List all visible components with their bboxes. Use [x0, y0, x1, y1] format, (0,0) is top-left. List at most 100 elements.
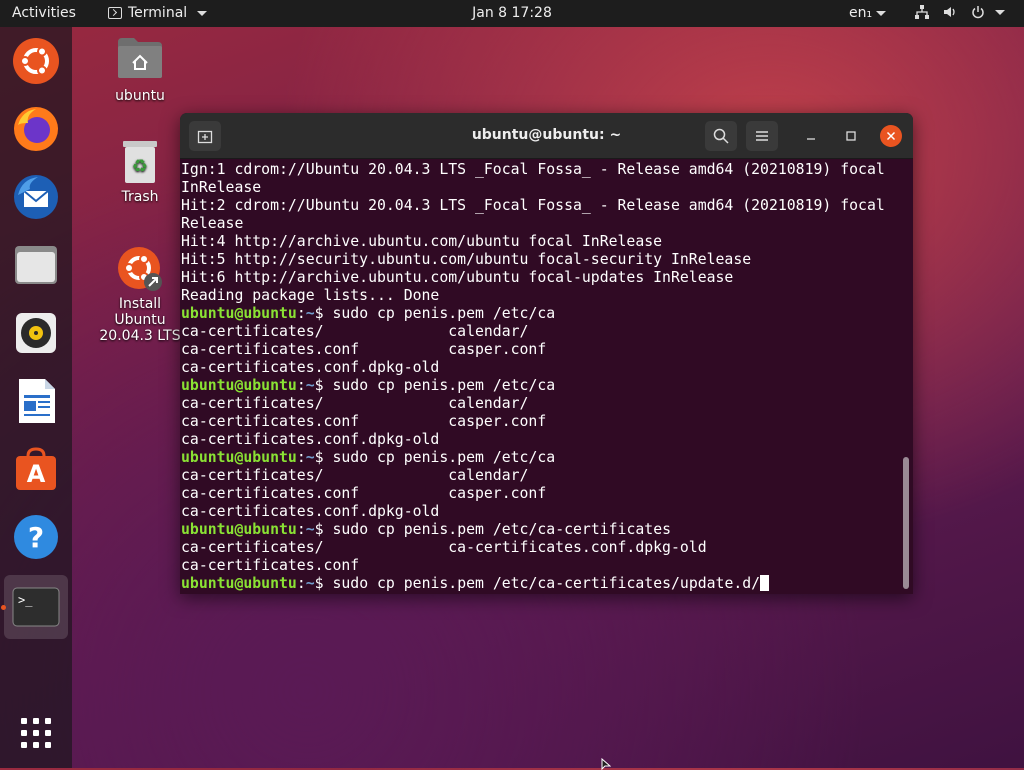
system-menu[interactable] — [915, 5, 1005, 19]
output-text: ca-certificates/ calendar/ — [181, 467, 529, 484]
close-button[interactable] — [880, 125, 902, 147]
output-text: ca-certificates.conf — [181, 557, 360, 574]
top-bar: Activities Terminal Jan 8 17:28 en₁ — [0, 0, 1024, 27]
command-text: sudo cp penis.pem /etc/ca-certificates — [332, 521, 672, 538]
terminal-output[interactable]: Ign:1 cdrom://Ubuntu 20.04.3 LTS _Focal … — [181, 161, 896, 594]
prompt-path: ~ — [305, 305, 315, 322]
dock-item-terminal[interactable]: >_ — [1, 575, 68, 639]
prompt-user: ubuntu@ubuntu — [181, 575, 297, 592]
prompt-user: ubuntu@ubuntu — [181, 449, 297, 466]
search-icon — [713, 128, 729, 144]
terminal-command-line: ubuntu@ubuntu:~$ sudo cp penis.pem /etc/… — [181, 521, 672, 538]
command-text: sudo cp penis.pem /etc/ca — [332, 377, 556, 394]
terminal-output-line: ca-certificates/ calendar/ — [181, 395, 896, 413]
svg-text:?: ? — [28, 521, 44, 554]
command-text: sudo cp penis.pem /etc/ca — [332, 305, 556, 322]
terminal-output-line: ca-certificates.conf.dpkg-old — [181, 359, 896, 377]
terminal-output-line: Hit:6 http://archive.ubuntu.com/ubuntu f… — [181, 269, 896, 287]
search-button[interactable] — [705, 121, 737, 151]
network-icon — [915, 5, 929, 19]
close-icon — [886, 131, 896, 141]
thunderbird-icon — [14, 175, 58, 219]
output-text: Release — [181, 215, 244, 232]
input-source-label: en₁ — [849, 5, 873, 21]
terminal-output-line: Hit:2 cdrom://Ubuntu 20.04.3 LTS _Focal … — [181, 197, 896, 215]
terminal-icon: >_ — [12, 587, 60, 627]
output-text: ca-certificates/ calendar/ — [181, 395, 529, 412]
installer-label-line1: Install Ubuntu — [114, 296, 166, 328]
output-text: ca-certificates/ ca-certificates.conf.dp… — [181, 539, 707, 556]
terminal-output-line: Reading package lists... Done — [181, 287, 896, 305]
ubuntu-installer-icon — [118, 247, 162, 291]
terminal-command-line: ubuntu@ubuntu:~$ sudo cp penis.pem /etc/… — [181, 449, 556, 466]
dock-item-ubuntu-software[interactable]: A — [11, 444, 61, 494]
volume-icon — [944, 7, 955, 17]
terminal-header-bar[interactable]: ubuntu@ubuntu: ~ — [180, 113, 913, 159]
dock-item-help[interactable]: ? — [11, 512, 61, 562]
svg-text:♻: ♻ — [132, 156, 148, 177]
output-text: Hit:4 http://archive.ubuntu.com/ubuntu f… — [181, 233, 663, 250]
prompt-user: ubuntu@ubuntu — [181, 305, 297, 322]
chevron-down-icon — [995, 9, 1005, 15]
terminal-output-line: ca-certificates.conf.dpkg-old — [181, 431, 896, 449]
terminal-command-line: ubuntu@ubuntu:~$ sudo cp penis.pem /etc/… — [181, 575, 896, 593]
desktop-install-ubuntu[interactable]: Install Ubuntu 20.04.3 LTS — [92, 246, 188, 344]
output-text: Reading package lists... Done — [181, 287, 440, 304]
input-source-menu[interactable]: en₁ — [849, 5, 887, 21]
home-folder-icon — [118, 38, 162, 78]
dock-item-thunderbird[interactable] — [11, 172, 61, 222]
terminal-window[interactable]: ubuntu@ubuntu: ~ Ign:1 cdrom://Ubuntu 20… — [180, 113, 913, 594]
home-folder-label: ubuntu — [115, 88, 165, 104]
minimize-button[interactable] — [800, 125, 822, 147]
prompt-path: ~ — [305, 377, 315, 394]
terminal-output-line: InRelease — [181, 179, 896, 197]
app-grid-icon — [21, 718, 51, 748]
terminal-output-line: ca-certificates/ calendar/ — [181, 467, 896, 485]
rhythmbox-icon — [16, 313, 56, 353]
terminal-output-line: ca-certificates/ calendar/ — [181, 323, 896, 341]
terminal-output-line: ca-certificates/ ca-certificates.conf.dp… — [181, 539, 896, 557]
dock-item-ubuntu-installer[interactable] — [11, 36, 61, 86]
desktop-home-folder[interactable]: ubuntu — [100, 36, 180, 104]
help-icon: ? — [14, 515, 58, 559]
trash-icon: ♻ — [123, 141, 157, 183]
terminal-output-line: ca-certificates.conf — [181, 557, 896, 575]
terminal-output-line: Ign:1 cdrom://Ubuntu 20.04.3 LTS _Focal … — [181, 161, 896, 179]
installer-label-line2: 20.04.3 LTS — [99, 328, 181, 344]
firefox-icon — [14, 107, 58, 151]
desktop-trash[interactable]: ♻ Trash — [100, 139, 180, 205]
terminal-scrollbar[interactable] — [903, 457, 909, 589]
prompt-path: ~ — [305, 575, 315, 592]
terminal-output-line: ca-certificates.conf casper.conf — [181, 341, 896, 359]
prompt-path: ~ — [305, 449, 315, 466]
svg-text:>_: >_ — [18, 593, 33, 607]
dock-item-files[interactable] — [11, 240, 61, 290]
trash-label: Trash — [121, 189, 159, 205]
chevron-down-icon — [876, 10, 887, 16]
output-text: Hit:5 http://security.ubuntu.com/ubuntu … — [181, 251, 752, 268]
output-text: ca-certificates/ calendar/ — [181, 323, 529, 340]
dock-item-rhythmbox[interactable] — [11, 308, 61, 358]
maximize-button[interactable] — [840, 125, 862, 147]
prompt-user: ubuntu@ubuntu — [181, 521, 297, 538]
show-applications-button[interactable] — [11, 708, 61, 758]
dock-item-libreoffice-writer[interactable] — [11, 376, 61, 426]
output-text: ca-certificates.conf casper.conf — [181, 413, 547, 430]
output-text: Ign:1 cdrom://Ubuntu 20.04.3 LTS _Focal … — [181, 161, 885, 178]
text-cursor — [760, 575, 770, 591]
output-text: Hit:6 http://archive.ubuntu.com/ubuntu f… — [181, 269, 734, 286]
minimize-icon — [807, 138, 815, 140]
mouse-cursor-icon — [601, 758, 611, 770]
software-store-icon: A — [16, 447, 56, 490]
dock-item-firefox[interactable] — [11, 104, 61, 154]
files-icon — [15, 246, 57, 284]
output-text: ca-certificates.conf.dpkg-old — [181, 359, 440, 376]
running-indicator — [1, 605, 6, 610]
prompt-path: ~ — [305, 521, 315, 538]
output-text: ca-certificates.conf casper.conf — [181, 341, 547, 358]
terminal-command-line: ubuntu@ubuntu:~$ sudo cp penis.pem /etc/… — [181, 377, 556, 394]
menu-button[interactable] — [746, 121, 778, 151]
terminal-output-line: ca-certificates.conf.dpkg-old — [181, 503, 896, 521]
terminal-output-line: Hit:4 http://archive.ubuntu.com/ubuntu f… — [181, 233, 896, 251]
power-icon — [972, 6, 984, 19]
